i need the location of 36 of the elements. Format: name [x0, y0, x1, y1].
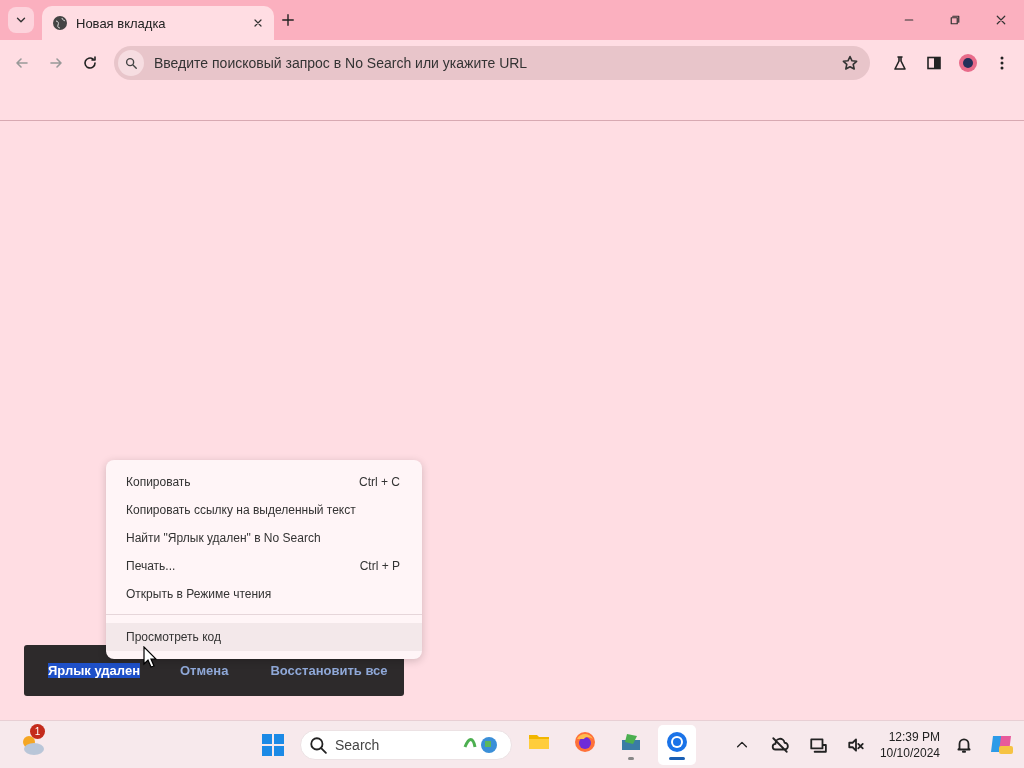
- taskbar-search-box[interactable]: Search: [300, 729, 512, 760]
- cloud-off-icon: [770, 735, 789, 754]
- close-icon: [995, 14, 1007, 26]
- side-panel-icon: [926, 55, 942, 71]
- back-arrow-icon: [14, 55, 30, 71]
- bookmark-star-icon[interactable]: [842, 55, 858, 71]
- search-icon: [309, 735, 327, 754]
- search-icon: [124, 56, 138, 70]
- address-bar[interactable]: Введите поисковый запрос в No Search или укажите URL: [114, 46, 870, 80]
- notification-badge: 1: [30, 723, 45, 739]
- close-tab-icon[interactable]: [252, 17, 264, 29]
- menu-item[interactable]: Открыть в Режиме чтения: [106, 580, 422, 608]
- network-icon: [808, 735, 827, 754]
- menu-item[interactable]: Просмотреть код: [106, 623, 422, 651]
- close-icon: [252, 17, 264, 29]
- reload-icon: [82, 55, 98, 71]
- tab-list-button[interactable]: [8, 7, 34, 33]
- forward-arrow-icon: [48, 55, 64, 71]
- firefox-icon: [573, 729, 597, 754]
- browser-icon: [665, 729, 689, 754]
- snackbar-message: Ярлык удален: [48, 663, 140, 678]
- snackbar-action[interactable]: Отмена: [180, 663, 229, 678]
- browser-tab[interactable]: Новая вкладка: [42, 6, 274, 40]
- restore-icon: [949, 14, 961, 26]
- menu-item[interactable]: Копировать Ctrl + C: [106, 468, 422, 496]
- windows-icon: [261, 732, 285, 757]
- clock[interactable]: 12:39 PM 10/10/2024: [879, 728, 940, 761]
- taskbar-search-field[interactable]: Search: [333, 735, 457, 754]
- snackbar-action[interactable]: Восстановить все: [270, 663, 388, 678]
- star-icon: [842, 55, 858, 71]
- flask-icon: [892, 55, 908, 71]
- menu-item[interactable]: Найти "Ярлык удален" в No Search: [106, 524, 422, 552]
- plus-icon: [281, 13, 295, 27]
- menu-item[interactable]: Копировать ссылку на выделенный текст: [106, 496, 422, 524]
- avatar-icon: [958, 53, 978, 73]
- menu-item[interactable]: Печать... Ctrl + P: [106, 552, 422, 580]
